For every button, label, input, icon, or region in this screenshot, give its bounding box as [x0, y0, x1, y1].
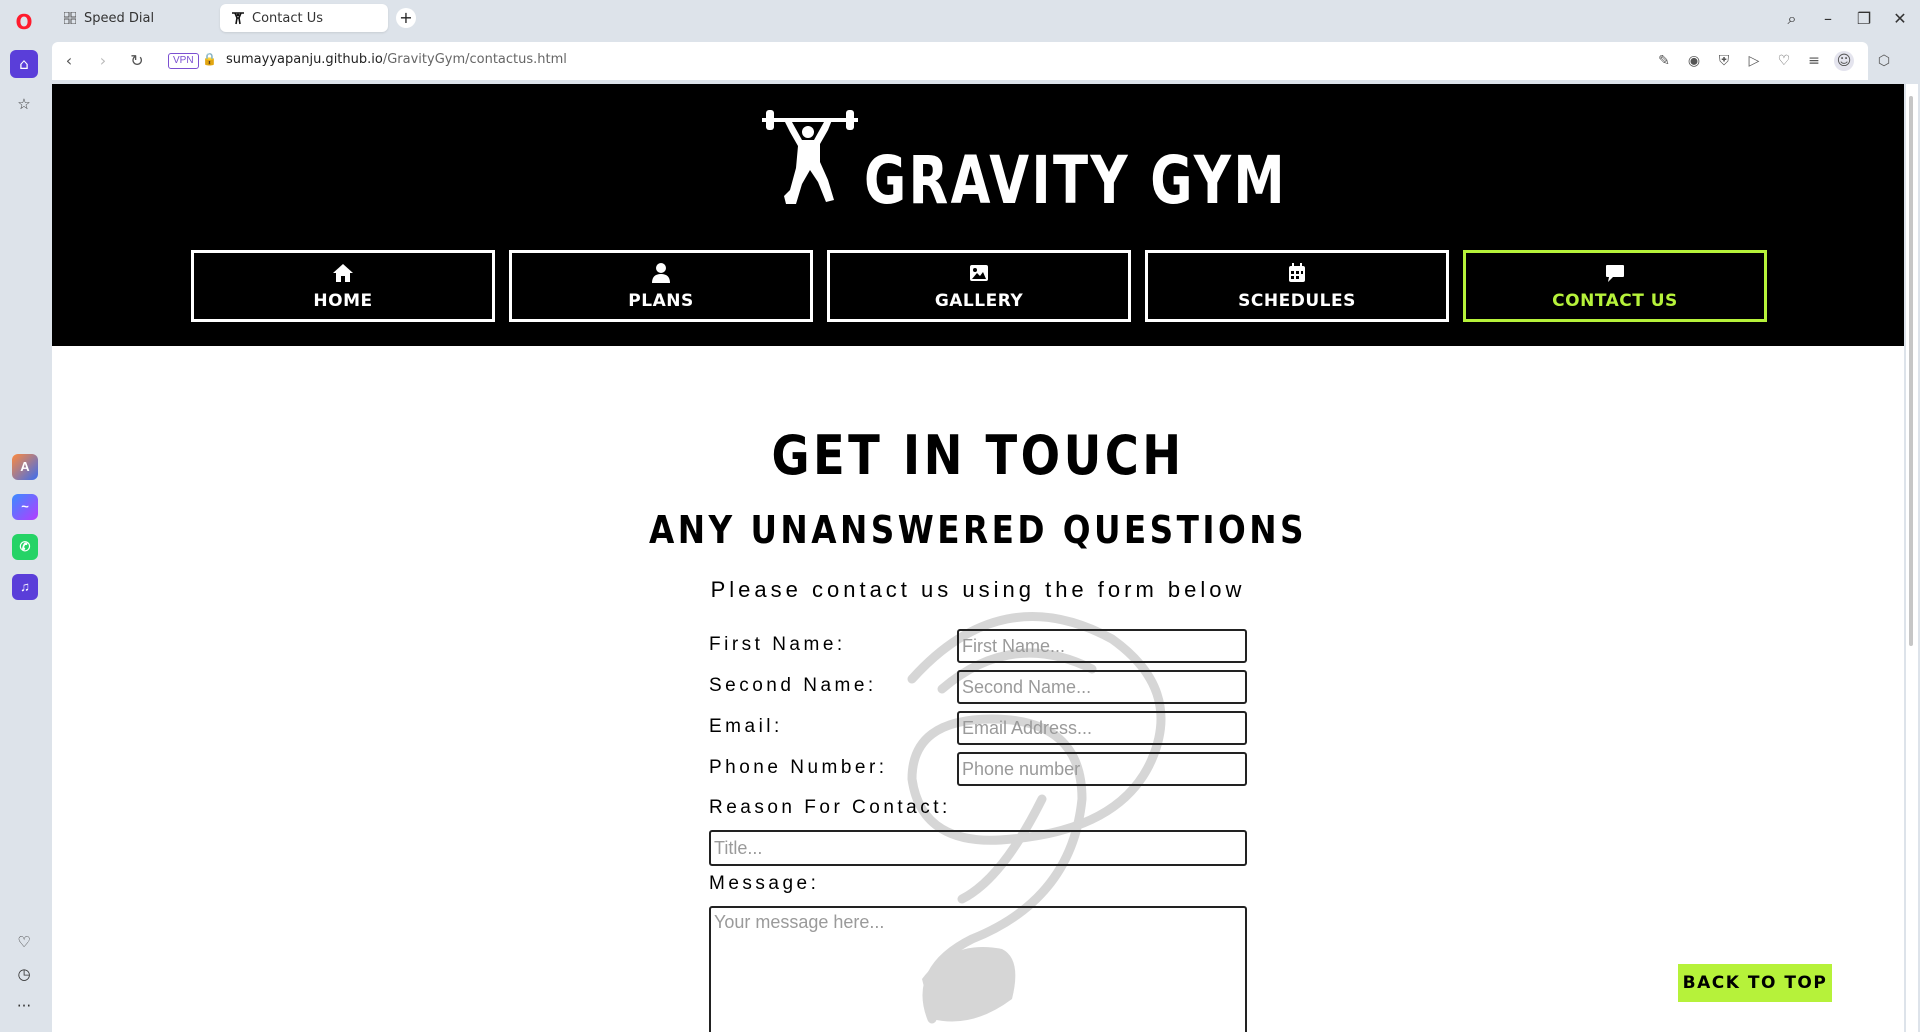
address-bar: ‹ › ↻ VPN 🔒 sumayyapanju.github.io/Gravi…: [52, 42, 1890, 80]
home-icon: [333, 264, 353, 282]
message-label: Message:: [709, 873, 820, 894]
page-subtitle: ANY UNANSWERED QUESTIONS: [649, 508, 1307, 552]
music-player-icon[interactable]: ♫: [12, 574, 38, 600]
brand-title[interactable]: GRAVITY GYM: [864, 142, 1287, 219]
minimize-button[interactable]: –: [1814, 6, 1842, 32]
user-icon: [652, 263, 670, 283]
shield-icon[interactable]: ⛨: [1714, 51, 1734, 71]
menu-icon[interactable]: ≡: [1804, 51, 1824, 71]
lead-text: Please contact us using the form below: [710, 577, 1246, 602]
restore-button[interactable]: ❐: [1850, 6, 1878, 32]
nav-label: HOME: [313, 291, 373, 311]
camera-icon[interactable]: ◉: [1684, 51, 1704, 71]
tab-contact-us[interactable]: Contact Us: [220, 4, 388, 32]
phone-label: Phone Number:: [709, 757, 888, 778]
whatsapp-icon[interactable]: ✆: [12, 534, 38, 560]
heart-icon[interactable]: ♡: [10, 928, 38, 956]
site-header: GRAVITY GYM HOME PLANS GALLERY SCHEDULES…: [52, 84, 1904, 346]
browser-sidebar: ⌂ ☆ A ~ ✆ ♫ ♡ ◷ ···: [0, 40, 48, 1032]
second-name-field[interactable]: [957, 670, 1247, 704]
forward-button[interactable]: ›: [92, 50, 114, 72]
grid-icon: [62, 10, 78, 26]
email-label: Email:: [709, 716, 783, 737]
first-name-field[interactable]: [957, 629, 1247, 663]
more-icon[interactable]: ···: [10, 992, 38, 1020]
email-field[interactable]: [957, 711, 1247, 745]
edit-icon[interactable]: ✎: [1654, 51, 1674, 71]
history-icon[interactable]: ◷: [10, 960, 38, 988]
nav-schedules[interactable]: SCHEDULES: [1145, 250, 1449, 322]
reload-button[interactable]: ↻: [126, 50, 148, 72]
url-path: /GravityGym/contactus.html: [382, 52, 567, 67]
image-icon: [970, 265, 988, 281]
heart-icon[interactable]: ♡: [1774, 51, 1794, 71]
page-viewport: GRAVITY GYM HOME PLANS GALLERY SCHEDULES…: [52, 84, 1904, 1032]
opera-logo-icon[interactable]: O: [13, 11, 35, 33]
url-host: sumayyapanju.github.io: [226, 52, 383, 67]
vpn-badge[interactable]: VPN: [168, 53, 199, 69]
scrollbar-thumb[interactable]: [1909, 96, 1913, 646]
close-window-button[interactable]: ✕: [1886, 6, 1914, 32]
back-button[interactable]: ‹: [58, 50, 80, 72]
home-icon[interactable]: ⌂: [10, 50, 38, 78]
aria-icon[interactable]: A: [12, 454, 38, 480]
play-icon[interactable]: ▷: [1744, 51, 1764, 71]
nav-gallery[interactable]: GALLERY: [827, 250, 1131, 322]
message-field[interactable]: [709, 906, 1247, 1032]
star-icon[interactable]: ☆: [10, 90, 38, 118]
page-scrollbar[interactable]: [1906, 84, 1918, 1032]
tab-bar: O Speed Dial Contact Us + ⌕ – ❐ ✕: [0, 0, 1920, 40]
cube-icon[interactable]: ⬡: [1874, 51, 1894, 71]
first-name-label: First Name:: [709, 634, 846, 655]
nav-contact-us[interactable]: CONTACT US: [1463, 250, 1767, 322]
reason-field[interactable]: [709, 830, 1247, 866]
weightlifter-icon: [230, 10, 246, 26]
nav-label: PLANS: [628, 291, 694, 311]
calendar-icon: [1289, 263, 1305, 282]
tab-title: Contact Us: [252, 10, 323, 26]
new-tab-button[interactable]: +: [396, 8, 416, 28]
messenger-icon[interactable]: ~: [12, 494, 38, 520]
url-field[interactable]: sumayyapanju.github.io/GravityGym/contac…: [226, 52, 567, 67]
weightlifter-logo-icon[interactable]: [762, 104, 858, 212]
phone-field[interactable]: [957, 752, 1247, 786]
nav-label: SCHEDULES: [1238, 291, 1356, 311]
lock-icon[interactable]: 🔒: [202, 52, 217, 66]
comment-icon: [1606, 265, 1624, 282]
second-name-label: Second Name:: [709, 675, 877, 696]
page-title: GET IN TOUCH: [771, 424, 1185, 487]
tab-speed-dial[interactable]: Speed Dial: [52, 4, 212, 32]
reason-label: Reason For Contact:: [709, 797, 951, 818]
back-to-top-button[interactable]: BACK TO TOP: [1678, 964, 1832, 1002]
nav-plans[interactable]: PLANS: [509, 250, 813, 322]
tab-title: Speed Dial: [84, 10, 155, 26]
nav-label: GALLERY: [934, 291, 1024, 311]
nav-label: CONTACT US: [1552, 291, 1678, 311]
profile-icon[interactable]: ☺: [1834, 51, 1854, 71]
search-tabs-icon[interactable]: ⌕: [1778, 6, 1806, 32]
nav-home[interactable]: HOME: [191, 250, 495, 322]
